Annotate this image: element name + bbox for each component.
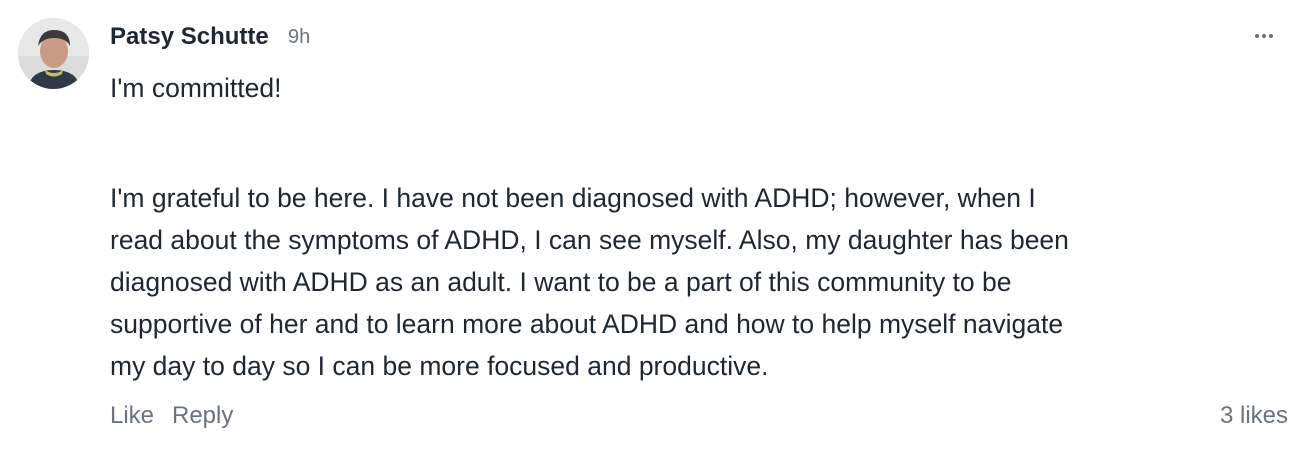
more-options-button[interactable] (1246, 22, 1282, 50)
like-button[interactable]: Like (110, 402, 154, 430)
user-avatar-icon (18, 18, 89, 89)
avatar[interactable] (18, 18, 89, 89)
comment-timestamp[interactable]: 9h (288, 26, 310, 49)
comment-body: I'm committed! I'm grateful to be here. … (110, 67, 1230, 387)
reply-button[interactable]: Reply (172, 402, 233, 430)
likes-count[interactable]: 3 likes (1220, 402, 1288, 430)
author-name[interactable]: Patsy Schutte (110, 23, 269, 51)
comment-card: Patsy Schutte 9h I'm committed! I'm grat… (0, 0, 1300, 461)
comment-paragraph: I'm committed! (110, 73, 282, 103)
more-horizontal-icon (1255, 34, 1273, 38)
comment-paragraph: I'm grateful to be here. I have not been… (110, 183, 1069, 381)
